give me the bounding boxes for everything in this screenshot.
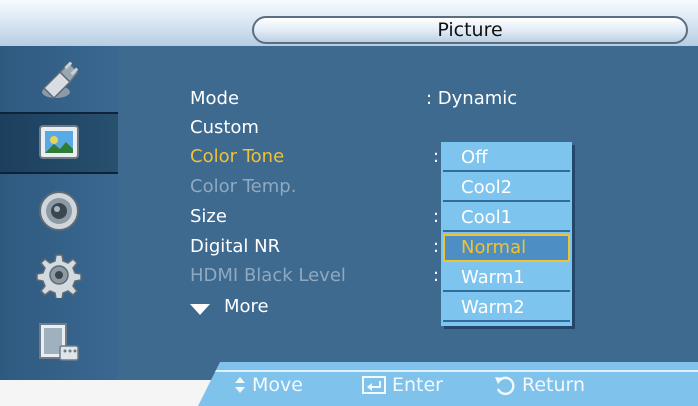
sidebar-item-sound[interactable] <box>0 180 118 242</box>
menu-item-hdmi-black-level: HDMI Black Level <box>190 265 346 286</box>
return-icon <box>495 376 515 395</box>
menu-item-digital-nr[interactable]: Digital NR <box>190 236 280 257</box>
enter-icon <box>362 376 386 394</box>
picture-icon <box>39 125 79 159</box>
color-tone-dropdown[interactable]: Off Cool2 Cool1 Normal Warm1 Warm2 <box>441 142 572 326</box>
digital-nr-colon: : <box>433 236 440 257</box>
sidebar-item-setup[interactable] <box>0 244 118 306</box>
move-hint: Move <box>234 374 303 396</box>
return-label: Return <box>522 374 586 396</box>
sidebar <box>0 46 118 380</box>
setup-gear-icon <box>36 254 82 298</box>
more-label: More <box>224 296 269 317</box>
sidebar-item-input[interactable] <box>0 50 118 112</box>
input-plug-icon <box>42 61 80 100</box>
dropdown-option-warm1[interactable]: Warm1 <box>443 264 570 292</box>
dropdown-option-cool1[interactable]: Cool1 <box>443 204 570 232</box>
hdmi-black-level-colon: : <box>433 265 440 286</box>
size-colon: : <box>433 206 440 227</box>
top-bar: Picture <box>0 0 698 46</box>
move-label: Move <box>252 374 303 396</box>
picture-osd-screen: Picture Mode: Dynamic Custom Color Tone… <box>0 0 698 406</box>
down-triangle-icon <box>190 303 210 315</box>
multi-control-icon <box>39 323 79 361</box>
sound-speaker-icon <box>39 191 79 231</box>
enter-hint: Enter <box>362 374 443 396</box>
enter-label: Enter <box>392 374 443 396</box>
dropdown-option-off[interactable]: Off <box>443 144 570 172</box>
menu-item-mode[interactable]: Mode <box>190 88 239 109</box>
sidebar-item-picture[interactable] <box>0 112 118 174</box>
menu-item-custom[interactable]: Custom <box>190 117 259 138</box>
mode-value: : Dynamic <box>426 88 518 109</box>
color-tone-colon: : <box>433 146 440 167</box>
dropdown-option-cool2[interactable]: Cool2 <box>443 174 570 202</box>
more-button[interactable]: More <box>190 296 269 317</box>
dropdown-option-warm2[interactable]: Warm2 <box>443 294 570 322</box>
sidebar-item-multi-control[interactable] <box>0 312 118 374</box>
up-down-arrows-icon <box>235 377 245 393</box>
dropdown-option-normal[interactable]: Normal <box>443 234 570 262</box>
menu-item-size[interactable]: Size <box>190 206 227 227</box>
return-hint: Return <box>494 374 585 396</box>
menu-item-color-temp: Color Temp. <box>190 176 297 197</box>
menu-title: Picture <box>252 16 688 44</box>
menu-item-color-tone[interactable]: Color Tone <box>190 146 284 167</box>
